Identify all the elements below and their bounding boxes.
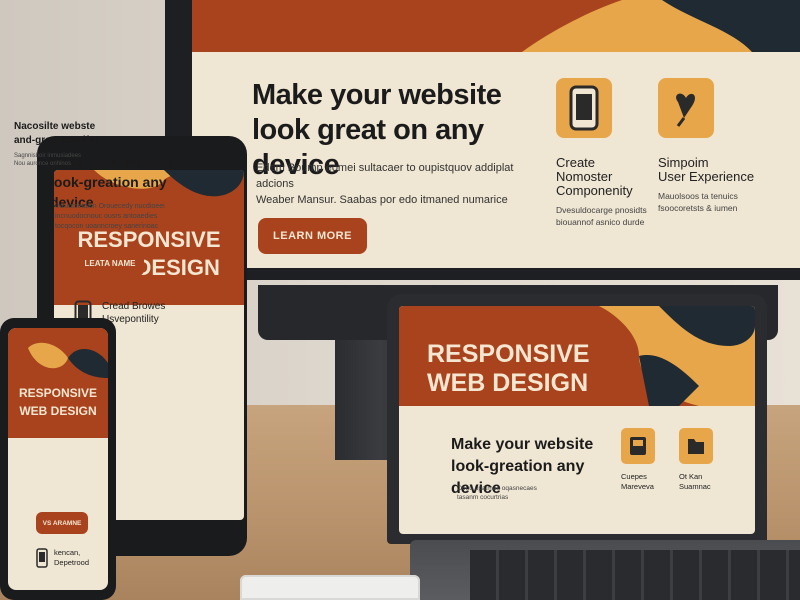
phone-cta-button[interactable]: VS ARAMNE xyxy=(36,512,88,534)
laptop-feature-card: Cuepes Mareveva xyxy=(621,428,671,492)
phone-feature: kencan, Depetrood xyxy=(36,548,89,568)
monitor-hero-banner xyxy=(192,0,800,52)
phone-banner-title: RESPONSIVE WEB DESIGN xyxy=(18,386,98,418)
decorative-blobs xyxy=(522,0,800,52)
feature-title: Ot Kan Suamnac xyxy=(679,472,711,491)
tablet-body-text: Inzuuttietdion Orouecedy nucdioeei incnu… xyxy=(55,203,165,230)
tablet-cta-button[interactable]: LEATA NAME xyxy=(76,250,144,276)
feature-title: kencan, Depetrood xyxy=(54,548,90,567)
folder-icon xyxy=(679,428,713,464)
laptop-keyboard xyxy=(470,550,800,600)
decorative-blobs xyxy=(28,342,108,378)
monitor-body-text: Edem Boump eomei sultacaer to oupistquov… xyxy=(256,162,514,206)
laptop-hero-banner: RESPONSIVE WEB DESIGN xyxy=(399,306,755,406)
feature-title: Simpoim User Experience xyxy=(658,155,755,184)
laptop-body-text: Oouu upatmaa oqasnecaes tasanm cocurtria… xyxy=(457,485,537,501)
pen-icon xyxy=(658,78,714,138)
phone-body-text: Sagnnisboir inmusiadees Nou auronce onhi… xyxy=(14,153,82,167)
learn-more-button[interactable]: LEARN MORE xyxy=(258,218,367,254)
laptop-feature-card: Ot Kan Suamnac xyxy=(679,428,729,492)
monitor-feature-card: Simpoim User Experience Mauolsoos ta ten… xyxy=(658,78,788,214)
feature-title: Cuepes Mareveva xyxy=(621,472,654,491)
card-icon xyxy=(621,428,655,464)
phone-hero-banner: RESPONSIVE WEB DESIGN xyxy=(8,328,108,438)
external-keyboard xyxy=(240,575,420,600)
smartphone-icon xyxy=(36,548,48,568)
feature-description: Mauolsoos ta tenuics fsoocoretsts & iume… xyxy=(658,191,738,213)
smartphone-icon xyxy=(556,78,612,138)
laptop-banner-title: RESPONSIVE WEB DESIGN xyxy=(427,340,590,397)
phone-headline: Nacosilte webste and-great ano ifer xyxy=(14,121,99,146)
laptop-screen: RESPONSIVE WEB DESIGN Make your website … xyxy=(399,306,755,534)
